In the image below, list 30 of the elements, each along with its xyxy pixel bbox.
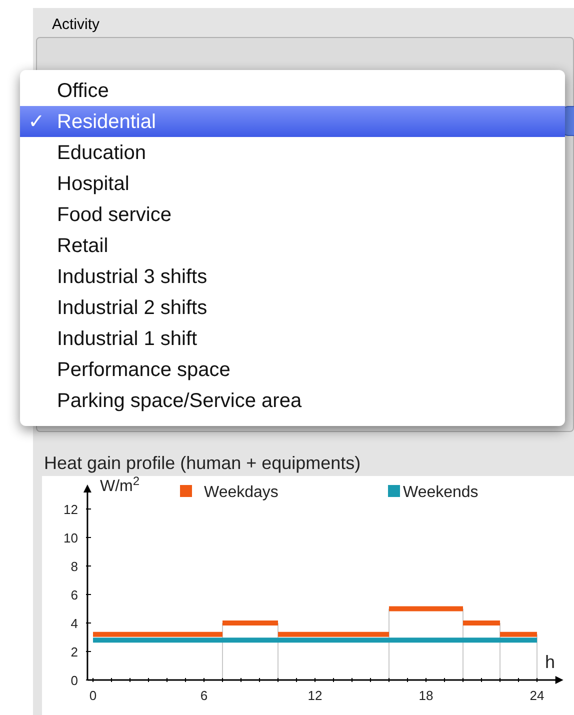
axis-label: h <box>545 652 556 672</box>
tick-label: 6 <box>70 588 78 602</box>
chart-title: Heat gain profile (human + equipments) <box>44 452 361 475</box>
axis-label: W/m$^{2}$ <box>100 479 140 495</box>
check-mark-icon: ✓ <box>28 106 45 136</box>
menu-item[interactable]: Performance space <box>20 354 565 385</box>
menu-item[interactable]: Hospital <box>20 168 565 199</box>
legend-label: Weekdays <box>204 484 278 501</box>
menu-item[interactable]: Office <box>20 75 565 106</box>
legend-label: Weekends <box>403 484 478 501</box>
menu-item[interactable]: Food service <box>20 199 565 230</box>
tick-label: 24 <box>530 688 544 703</box>
group-title: Activity <box>52 15 100 35</box>
tick-label: 12 <box>64 502 78 517</box>
tick-label: 0 <box>89 688 97 703</box>
tick-label: 0 <box>70 673 78 688</box>
tick-label: 4 <box>70 616 78 631</box>
tick-label: 12 <box>308 688 322 703</box>
tick-label: 18 <box>418 688 434 703</box>
menu-item[interactable]: Parking space/Service area <box>20 385 565 416</box>
menu-item[interactable]: Industrial 3 shifts <box>20 261 565 292</box>
menu-item[interactable]: Industrial 2 shifts <box>20 292 565 323</box>
tick-label: 2 <box>70 644 78 660</box>
tick-label: 6 <box>200 688 208 703</box>
tick-label: 10 <box>64 530 78 546</box>
tick-label: 8 <box>70 559 78 574</box>
menu-item[interactable]: ✓ Residential <box>20 106 565 137</box>
menu-item[interactable]: Industrial 1 shift <box>20 323 565 354</box>
menu-item[interactable]: Retail <box>20 230 565 261</box>
menu-item[interactable]: Education <box>20 137 565 168</box>
